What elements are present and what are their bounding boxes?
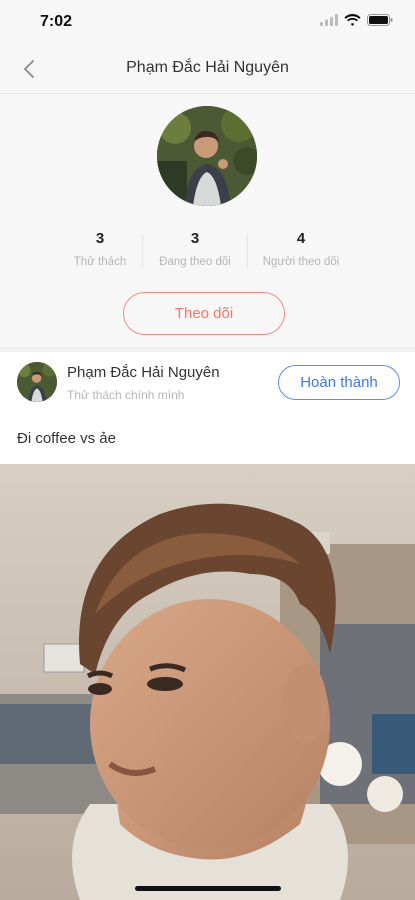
stat-label: Đang theo dõi [159, 256, 231, 268]
stat-value: 4 [296, 230, 306, 247]
follow-button[interactable]: Theo dõi [123, 292, 285, 335]
stat-label: Thử thách [73, 256, 127, 268]
stat-value: 3 [190, 230, 200, 247]
post-author-avatar-image [17, 362, 57, 402]
wifi-icon [344, 14, 361, 26]
stat-value: 3 [95, 230, 105, 247]
signal-icon [320, 14, 338, 26]
chevron-left-icon [24, 60, 34, 78]
stat-challenges[interactable]: 3 Thử thách [45, 230, 155, 268]
stat-label: Người theo dõi [262, 256, 340, 268]
section-divider [0, 347, 415, 352]
status-bar: 7:02 [0, 0, 415, 44]
post-author-avatar[interactable] [17, 362, 57, 402]
battery-icon [367, 14, 393, 26]
profile-stats: 3 Thử thách 3 Đang theo dõi 4 Người theo… [0, 230, 415, 275]
post-caption: Đi coffee vs ảe [17, 430, 116, 447]
home-indicator [135, 886, 281, 891]
post-photo-image [0, 464, 415, 900]
stat-followers[interactable]: 4 Người theo dõi [246, 230, 356, 268]
page-title: Phạm Đắc Hải Nguyên [126, 59, 289, 76]
stat-following[interactable]: 3 Đang theo dõi [140, 230, 250, 268]
back-button[interactable] [14, 54, 44, 84]
post-challenge-name: Thử thách chính mình [67, 388, 185, 402]
profile-avatar-image [157, 106, 257, 206]
status-time: 7:02 [40, 13, 73, 30]
post-photo[interactable] [0, 464, 415, 900]
post-author-name[interactable]: Phạm Đắc Hải Nguyên [67, 364, 220, 381]
profile-avatar [157, 106, 257, 206]
complete-button[interactable]: Hoàn thành [278, 365, 400, 400]
nav-bar: Phạm Đắc Hải Nguyên [0, 44, 415, 94]
status-icons [320, 14, 393, 26]
